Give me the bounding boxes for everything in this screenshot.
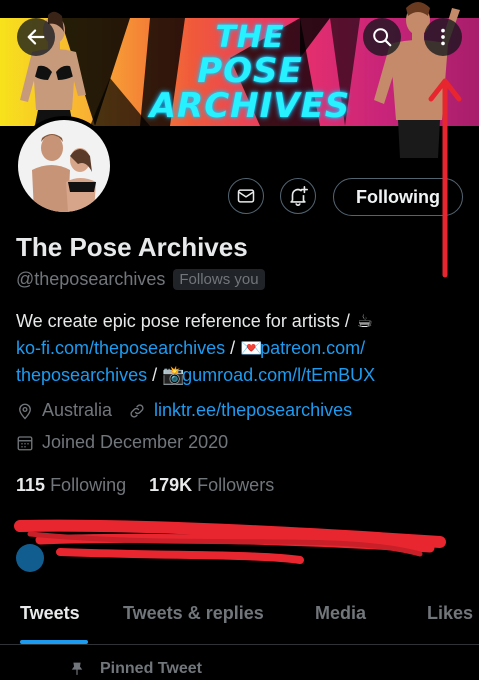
link-icon [130, 403, 144, 418]
profile-bio: We create epic pose reference for artist… [16, 308, 466, 389]
more-vertical-icon [441, 28, 445, 46]
search-button[interactable] [363, 18, 401, 56]
profile-name: The Pose Archives [16, 232, 248, 262]
followers-count: 179K [149, 475, 193, 495]
red-arrow-annotation [428, 78, 462, 278]
profile-tabs: Tweets Tweets & replies Media Likes [0, 595, 479, 645]
pinned-tweet-label: Pinned Tweet [70, 660, 202, 678]
active-tab-indicator [20, 640, 88, 644]
bell-plus-icon [290, 186, 308, 206]
back-button[interactable] [17, 18, 55, 56]
bio-separator: / [147, 365, 163, 385]
bio-line-3: theposearchives / 📸gumroad.com/l/tEmBUX [16, 362, 466, 389]
joined-row: Joined December 2020 [16, 432, 228, 453]
bio-line-1: We create epic pose reference for artist… [16, 308, 466, 335]
following-count: 115 [16, 475, 46, 495]
pinned-text: Pinned Tweet [100, 660, 202, 677]
tab-media[interactable]: Media [315, 603, 366, 624]
arrow-left-icon [27, 29, 45, 45]
handle-row: @theposearchives Follows you [16, 269, 265, 290]
banner-title-line2: POSE ARCHIVES [149, 50, 351, 127]
bio-separator: / [225, 338, 241, 358]
tab-tweets[interactable]: Tweets [20, 603, 80, 624]
follows-you-badge: Follows you [173, 269, 265, 290]
patreon-link-continued[interactable]: theposearchives [16, 365, 147, 385]
calendar-icon [17, 435, 33, 450]
following-label: Following [50, 475, 127, 495]
avatar-photo [18, 120, 110, 212]
profile-website-link[interactable]: linktr.ee/theposearchives [154, 400, 352, 421]
message-button[interactable] [228, 178, 264, 214]
notifications-button[interactable] [280, 178, 316, 214]
profile-meta-row: Australia linktr.ee/theposearchives [16, 400, 352, 421]
followers-stat[interactable]: 179K Followers [149, 475, 274, 495]
following-stat[interactable]: 115 Following [16, 475, 126, 495]
mail-icon [237, 189, 255, 203]
patreon-link[interactable]: patreon.com/ [260, 338, 365, 358]
love-letter-emoji: 💌 [240, 338, 263, 359]
joined-date: Joined December 2020 [42, 432, 229, 452]
gumroad-link[interactable]: gumroad.com/l/tEmBUX [182, 365, 375, 385]
bio-text: We create epic pose reference for artist… [16, 311, 355, 331]
coffee-emoji: ☕ [356, 311, 373, 332]
location-icon [19, 403, 31, 419]
kofi-link[interactable]: ko-fi.com/theposearchives [16, 338, 225, 358]
pin-icon [71, 662, 83, 675]
follow-stats: 115 Following 179K Followers [16, 475, 274, 496]
camera-flash-emoji: 📸 [162, 365, 185, 386]
banner-title: THE POSE ARCHIVES [120, 22, 380, 125]
tab-tweets-and-replies[interactable]: Tweets & replies [123, 603, 264, 624]
profile-location: Australia [42, 400, 113, 420]
bio-line-2: ko-fi.com/theposearchives / 💌patreon.com… [16, 335, 466, 362]
tab-likes[interactable]: Likes [427, 603, 473, 624]
banner-title-line1: THE [215, 20, 285, 55]
profile-handle: @theposearchives [16, 269, 166, 289]
followers-label: Followers [197, 475, 275, 495]
more-options-button[interactable] [424, 18, 462, 56]
profile-avatar[interactable] [14, 116, 114, 216]
search-icon [373, 28, 392, 47]
redaction-scribble [14, 519, 446, 572]
